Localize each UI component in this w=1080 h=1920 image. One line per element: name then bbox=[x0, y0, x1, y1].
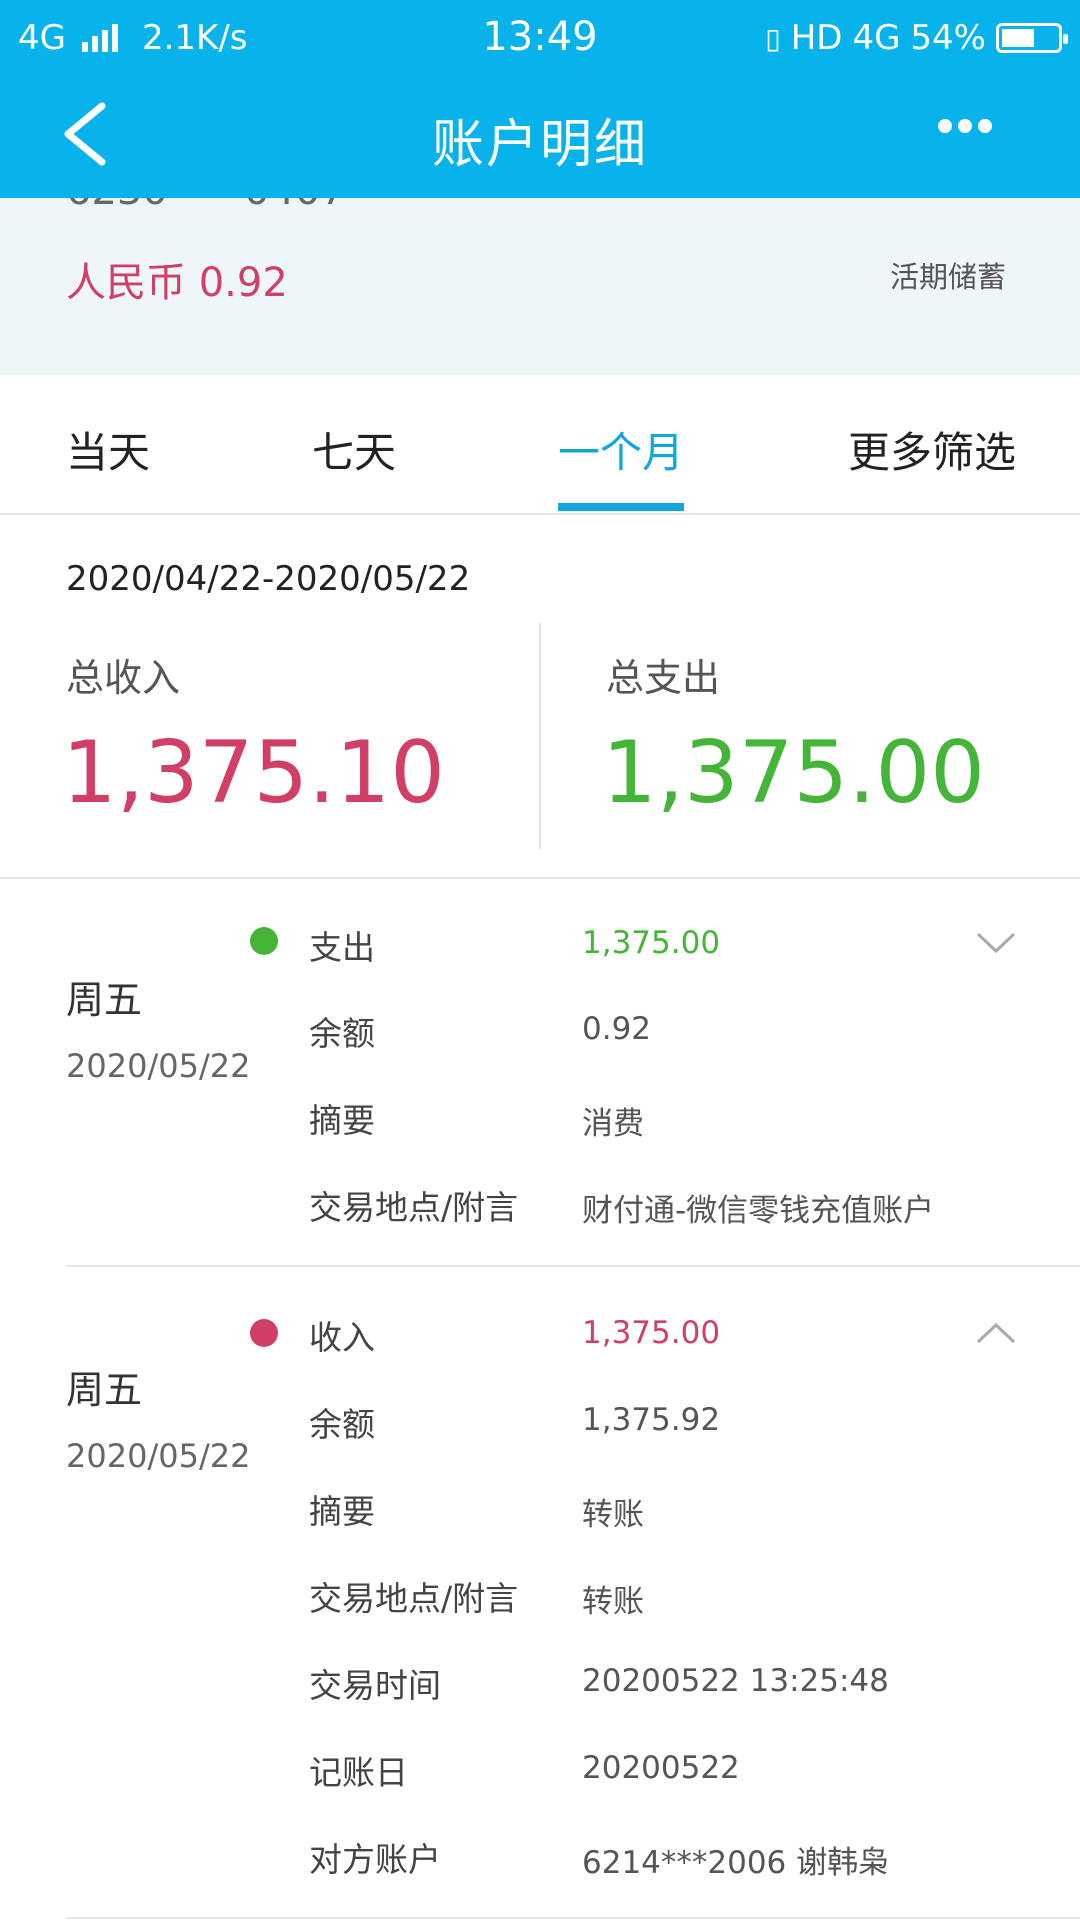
account-type: 活期储蓄 bbox=[889, 260, 1006, 294]
summary-panel: 2020/04/22-2020/05/22 总收入 1,375.10 总支出 1… bbox=[0, 513, 1080, 879]
account-number: 6230 ···· 0407 bbox=[66, 198, 346, 214]
row-value-time: 20200522 13:25:48 bbox=[582, 1663, 889, 1699]
chevron-down-icon[interactable] bbox=[976, 931, 1016, 955]
row-label-balance: 余额 bbox=[309, 1405, 375, 1444]
row-label-balance: 余额 bbox=[309, 1014, 375, 1053]
chevron-up-icon[interactable] bbox=[976, 1321, 1016, 1345]
row-label-summary: 摘要 bbox=[309, 1101, 375, 1140]
tab-one-month[interactable]: 一个月 bbox=[558, 419, 684, 480]
hd-indicator: HD bbox=[790, 18, 843, 58]
row-value-counterparty: 6214***2006 谢韩枭 bbox=[582, 1845, 890, 1881]
active-tab-indicator bbox=[558, 503, 684, 511]
page-title: 账户明细 bbox=[431, 115, 648, 175]
income-label: 总收入 bbox=[66, 656, 181, 700]
battery-icon bbox=[996, 23, 1068, 53]
network-type-2: 4G bbox=[852, 18, 901, 58]
transaction-amount: 1,375.00 bbox=[582, 925, 721, 961]
nav-row: 账户明细 bbox=[0, 70, 1080, 198]
expense-dot-icon bbox=[250, 927, 278, 955]
row-label-location: 交易地点/附言 bbox=[309, 1188, 519, 1227]
transaction-date: 2020/05/22 bbox=[66, 1437, 251, 1475]
transaction-type: 支出 bbox=[309, 928, 375, 967]
vibrate-icon: ▯ bbox=[765, 21, 781, 55]
transaction-item[interactable]: 周五 2020/05/22 支出 1,375.00 余额 0.92 摘要 消费 … bbox=[0, 877, 1080, 1267]
battery-percent: 54% bbox=[910, 18, 986, 58]
tab-seven-days[interactable]: 七天 bbox=[312, 419, 396, 480]
row-label-location: 交易地点/附言 bbox=[309, 1579, 519, 1618]
expense-label: 总支出 bbox=[606, 656, 721, 700]
transaction-weekday: 周五 bbox=[66, 978, 143, 1022]
row-label-posting-date: 记账日 bbox=[309, 1753, 408, 1792]
tab-today[interactable]: 当天 bbox=[66, 419, 150, 480]
tab-more-filters[interactable]: 更多筛选 bbox=[848, 419, 1016, 480]
more-icon[interactable] bbox=[938, 118, 1000, 148]
transaction-separator bbox=[66, 1917, 1080, 1919]
row-label-counterparty: 对方账户 bbox=[309, 1840, 441, 1879]
transaction-item[interactable]: 周五 2020/05/22 收入 1,375.00 余额 1,375.92 摘要… bbox=[0, 1267, 1080, 1920]
transaction-amount: 1,375.00 bbox=[582, 1315, 721, 1351]
row-label-summary: 摘要 bbox=[309, 1492, 375, 1531]
row-value-summary: 消费 bbox=[582, 1106, 644, 1142]
date-range-tabs: 当天 七天 一个月 更多筛选 bbox=[0, 375, 1080, 515]
top-bar: 4G 2.1K/s 13:49 ▯ HD 4G 54% 账户明细 bbox=[0, 0, 1080, 198]
row-value-posting-date: 20200522 bbox=[582, 1750, 740, 1786]
transaction-weekday: 周五 bbox=[66, 1368, 143, 1412]
account-header: 6230 ···· 0407 人民币 0.92 活期储蓄 bbox=[0, 198, 1080, 375]
row-label-time: 交易时间 bbox=[309, 1666, 441, 1705]
status-bar: 4G 2.1K/s 13:49 ▯ HD 4G 54% bbox=[0, 0, 1080, 70]
row-value-balance: 1,375.92 bbox=[582, 1402, 721, 1438]
expense-value: 1,375.00 bbox=[602, 723, 985, 823]
row-value-balance: 0.92 bbox=[582, 1011, 652, 1047]
row-value-summary: 转账 bbox=[582, 1497, 644, 1533]
income-dot-icon bbox=[250, 1319, 278, 1347]
transaction-type: 收入 bbox=[309, 1318, 375, 1357]
account-balance: 人民币 0.92 bbox=[66, 260, 288, 306]
row-value-location: 财付通-微信零钱充值账户 bbox=[582, 1193, 935, 1229]
summary-divider bbox=[539, 623, 541, 849]
income-value: 1,375.10 bbox=[62, 723, 445, 823]
date-period: 2020/04/22-2020/05/22 bbox=[66, 559, 471, 599]
transaction-date: 2020/05/22 bbox=[66, 1047, 251, 1085]
row-value-location: 转账 bbox=[582, 1584, 644, 1620]
